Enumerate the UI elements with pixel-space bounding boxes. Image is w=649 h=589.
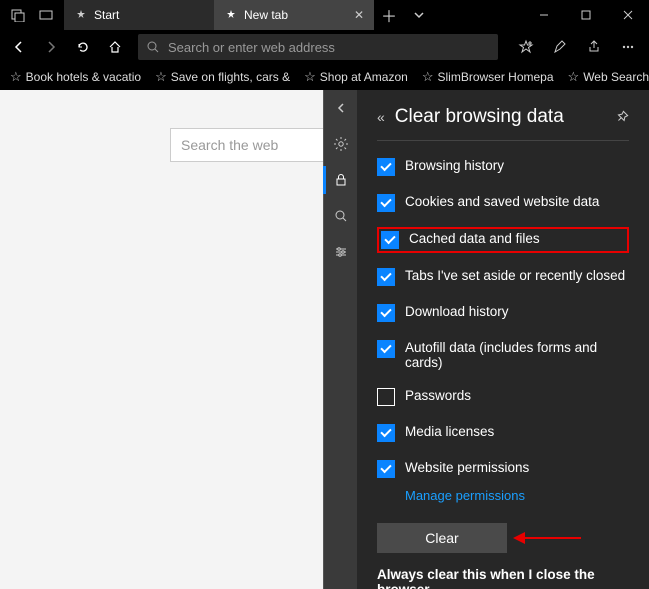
- clear-data-option[interactable]: Media licenses: [377, 421, 629, 445]
- bookmark-bar: ☆ Book hotels & vacatio ☆ Save on flights,…: [0, 64, 649, 90]
- star-icon: ☆: [422, 69, 434, 85]
- bookmark-label: Web Search: [583, 70, 649, 84]
- share-button[interactable]: [577, 32, 611, 62]
- panel-back-icon[interactable]: «: [377, 109, 385, 125]
- option-label: Browsing history: [405, 158, 504, 173]
- checkbox[interactable]: [377, 304, 395, 322]
- forward-button[interactable]: [36, 32, 66, 62]
- manage-permissions-link[interactable]: Manage permissions: [405, 488, 525, 503]
- refresh-button[interactable]: [68, 32, 98, 62]
- clear-data-option[interactable]: Website permissions: [377, 457, 629, 481]
- tab-actions-icon[interactable]: [6, 3, 30, 27]
- option-label: Website permissions: [405, 460, 529, 475]
- checkbox[interactable]: [377, 340, 395, 358]
- bookmark-label: Book hotels & vacatio: [26, 70, 141, 84]
- tabs-dropdown-icon[interactable]: [404, 0, 434, 30]
- option-label: Cached data and files: [409, 231, 540, 246]
- sidebar-back-icon[interactable]: [324, 90, 358, 126]
- bookmark-label: Shop at Amazon: [320, 70, 408, 84]
- bookmark-item[interactable]: ☆ Book hotels & vacatio: [6, 69, 145, 85]
- home-button[interactable]: [100, 32, 130, 62]
- checkbox[interactable]: [377, 388, 395, 406]
- bookmark-item[interactable]: ☆SlimBrowser Homepa: [418, 69, 558, 85]
- panel-title: Clear browsing data: [395, 106, 564, 128]
- tabs-preview-icon[interactable]: [34, 3, 58, 27]
- minimize-button[interactable]: [523, 0, 565, 30]
- option-label: Autofill data (includes forms and cards): [405, 340, 629, 370]
- clear-browsing-data-panel: « Clear browsing data Browsing history Co…: [357, 90, 649, 589]
- star-icon: ☆: [568, 69, 580, 85]
- notes-button[interactable]: [543, 32, 577, 62]
- tab-favicon-icon: [74, 8, 88, 22]
- pin-icon[interactable]: [615, 110, 629, 124]
- star-icon: ☆: [10, 69, 22, 85]
- option-label: Cookies and saved website data: [405, 194, 599, 209]
- bookmark-item[interactable]: ☆ Shop at Amazon: [300, 69, 412, 85]
- clear-data-option[interactable]: Passwords: [377, 385, 629, 409]
- checkbox[interactable]: [381, 231, 399, 249]
- checkbox[interactable]: [377, 460, 395, 478]
- clear-data-option[interactable]: Download history: [377, 301, 629, 325]
- gear-icon[interactable]: [324, 126, 358, 162]
- magnifier-icon[interactable]: [324, 198, 358, 234]
- close-window-button[interactable]: [607, 0, 649, 30]
- lock-icon[interactable]: [324, 162, 358, 198]
- address-placeholder: Search or enter web address: [168, 40, 335, 55]
- tab-label: New tab: [244, 8, 288, 22]
- bookmark-label: Save on flights, cars &: [171, 70, 290, 84]
- clear-data-option[interactable]: Browsing history: [377, 155, 629, 179]
- address-bar[interactable]: Search or enter web address: [138, 34, 498, 60]
- search-icon: [146, 40, 160, 54]
- star-icon: ☆: [304, 69, 316, 85]
- maximize-button[interactable]: [565, 0, 607, 30]
- toolbar: Search or enter web address: [0, 30, 649, 64]
- clear-data-option[interactable]: Cookies and saved website data: [377, 191, 629, 215]
- more-button[interactable]: [611, 32, 645, 62]
- tab-newtab[interactable]: New tab ✕: [214, 0, 374, 30]
- bookmark-item[interactable]: ☆ Save on flights, cars &: [151, 69, 294, 85]
- bookmark-label: SlimBrowser Homepa: [437, 70, 553, 84]
- tab-start[interactable]: Start: [64, 0, 214, 30]
- checkbox[interactable]: [377, 158, 395, 176]
- tab-favicon-icon: [224, 8, 238, 22]
- tab-label: Start: [94, 8, 119, 22]
- clear-button[interactable]: Clear: [377, 523, 507, 553]
- favorites-button[interactable]: [509, 32, 543, 62]
- option-label: Download history: [405, 304, 509, 319]
- clear-data-option[interactable]: Tabs I've set aside or recently closed: [377, 265, 629, 289]
- title-bar: Start New tab ✕ ＋: [0, 0, 649, 30]
- checkbox[interactable]: [377, 268, 395, 286]
- new-tab-button[interactable]: ＋: [374, 0, 404, 30]
- clear-data-option[interactable]: Cached data and files: [377, 227, 629, 253]
- tab-close-icon[interactable]: ✕: [354, 8, 364, 22]
- star-icon: ☆: [155, 69, 167, 85]
- sliders-icon[interactable]: [324, 234, 358, 270]
- option-label: Passwords: [405, 388, 471, 403]
- checkbox[interactable]: [377, 424, 395, 442]
- clear-data-option[interactable]: Autofill data (includes forms and cards): [377, 337, 629, 373]
- option-label: Tabs I've set aside or recently closed: [405, 268, 625, 283]
- back-button[interactable]: [4, 32, 34, 62]
- bookmark-item[interactable]: ☆Web Search: [564, 69, 649, 85]
- annotation-arrow-icon: [521, 537, 581, 539]
- always-clear-label: Always clear this when I close the brows…: [377, 567, 629, 589]
- option-label: Media licenses: [405, 424, 494, 439]
- settings-sidebar: [323, 90, 357, 589]
- checkbox[interactable]: [377, 194, 395, 212]
